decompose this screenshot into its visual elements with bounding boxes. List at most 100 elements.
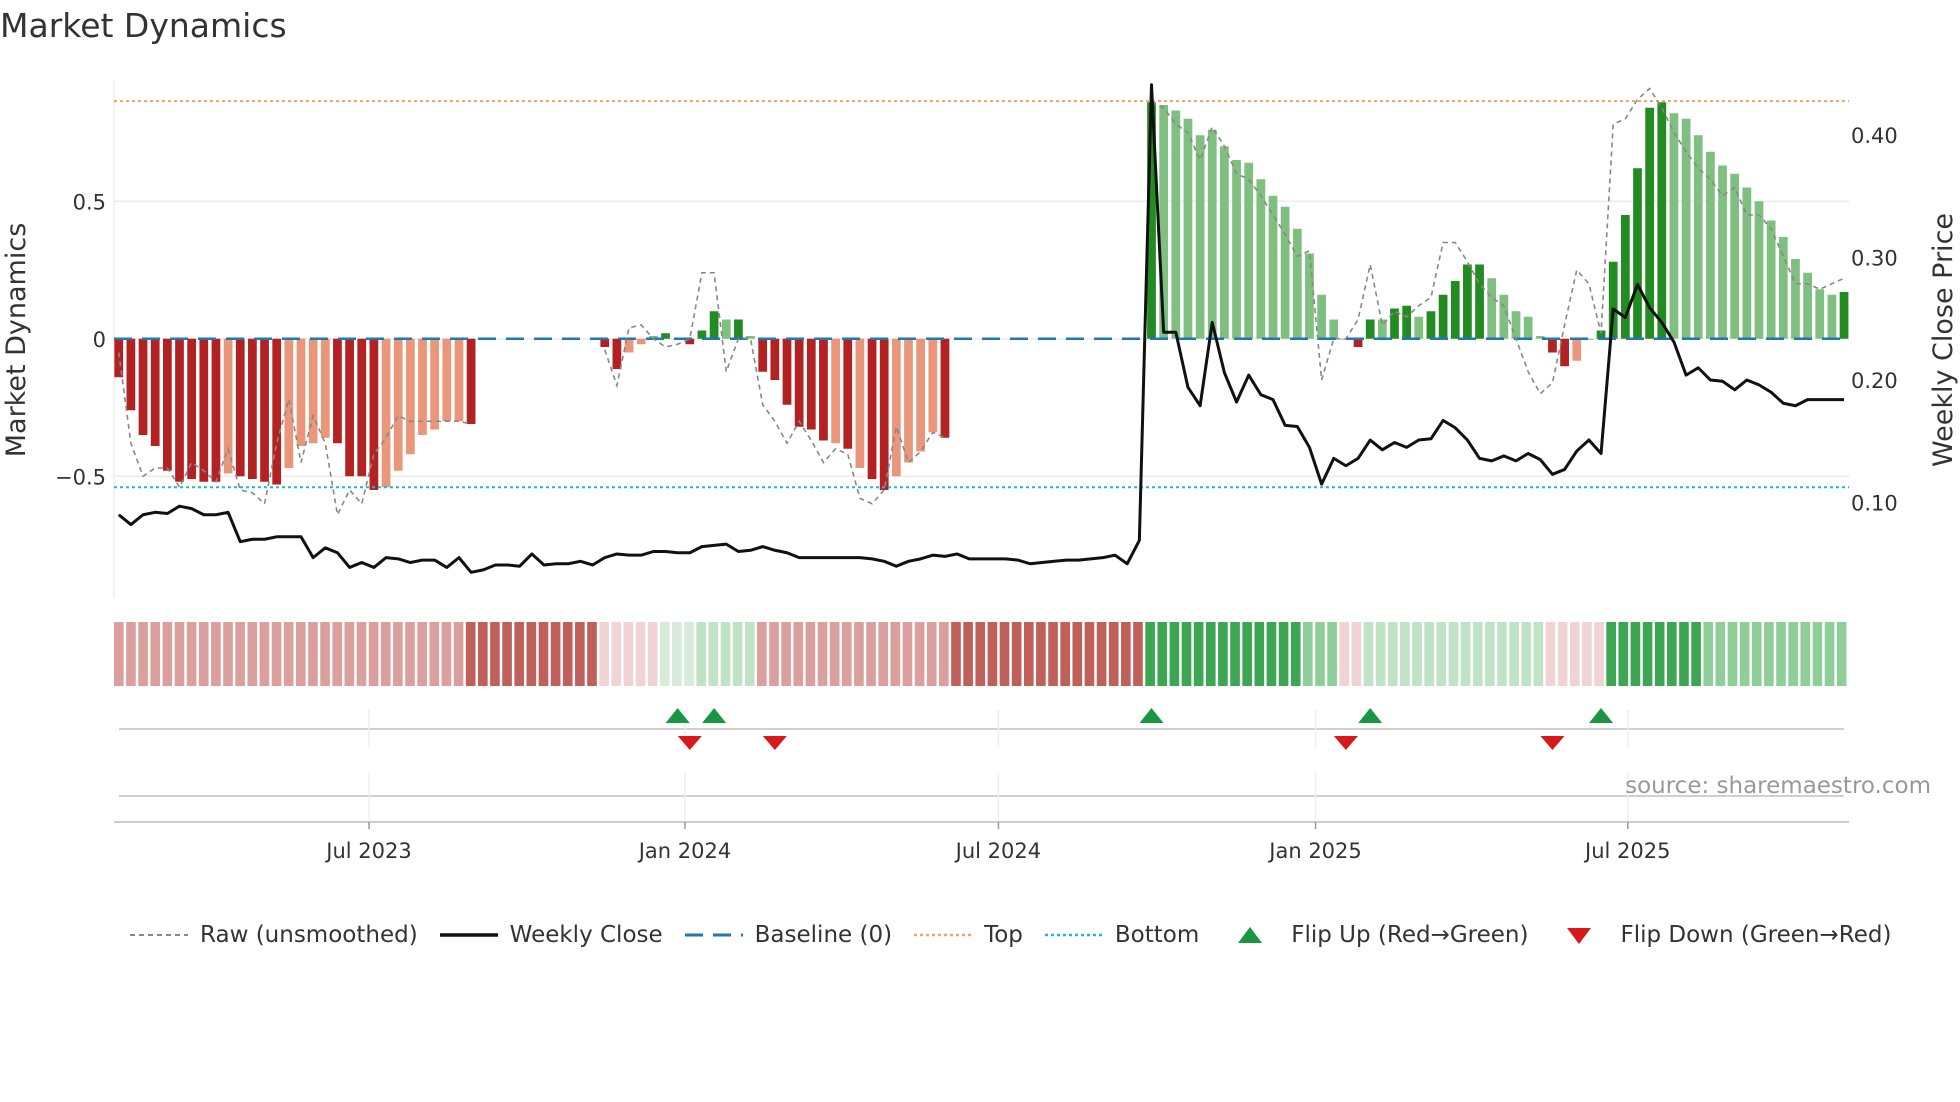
strip-cell xyxy=(1278,622,1289,686)
strip-cell xyxy=(550,622,561,686)
strip-cell xyxy=(1157,622,1168,686)
strip-cell xyxy=(1133,622,1143,686)
weekly-close-line xyxy=(117,83,1845,574)
strip-cell xyxy=(1096,622,1107,686)
strip-cell xyxy=(1654,622,1665,686)
histogram-bar xyxy=(734,319,743,339)
strip-cell xyxy=(138,622,148,686)
histogram-bar xyxy=(393,338,403,471)
strip-cell xyxy=(490,622,500,686)
histogram-bar xyxy=(223,338,233,474)
strip-cell xyxy=(514,622,525,686)
strip-cell xyxy=(1642,622,1653,686)
flip-down-marker xyxy=(762,736,787,750)
strip-cell xyxy=(890,622,901,686)
strip-cell xyxy=(1205,622,1216,686)
raw-line xyxy=(1151,87,1845,396)
strip-cell xyxy=(659,622,670,686)
strip-cell xyxy=(1351,622,1362,686)
histogram-bar xyxy=(1499,294,1509,339)
strip-cell xyxy=(223,622,233,686)
histogram-bar xyxy=(904,338,913,463)
legend-close: Weekly Close xyxy=(439,922,663,948)
strip-cell xyxy=(538,622,549,686)
histogram-bar xyxy=(272,338,282,485)
strip-cell xyxy=(708,622,719,686)
histogram-bar xyxy=(709,311,719,339)
strip-cell xyxy=(1242,622,1252,686)
x-tick-label: Jan 2024 xyxy=(637,839,732,863)
histogram-bar xyxy=(1244,162,1254,339)
flip-down-marker xyxy=(1540,736,1565,750)
flip-markers xyxy=(119,708,1844,822)
strip-cell xyxy=(1727,622,1738,686)
histogram-bar xyxy=(1305,253,1314,339)
strip-cell xyxy=(1703,622,1714,686)
strip-cell xyxy=(1521,622,1532,686)
strip-cell xyxy=(866,622,876,686)
histogram-bar xyxy=(612,338,622,369)
triangle-up-icon xyxy=(1238,927,1263,943)
strip-cell xyxy=(1193,622,1204,686)
strip-cell xyxy=(150,622,161,686)
strip-cell xyxy=(647,622,658,686)
flip-down-marker xyxy=(1333,736,1358,750)
strip-cell xyxy=(162,622,173,686)
strip-cell xyxy=(1060,622,1070,686)
strip-cell xyxy=(1424,622,1434,686)
strip-cell xyxy=(1836,622,1847,686)
strip-cell xyxy=(477,622,488,686)
histogram-bar xyxy=(1669,113,1679,339)
strip-cell xyxy=(1497,622,1507,686)
strip-cell xyxy=(1412,622,1422,686)
strip-cell xyxy=(295,622,306,686)
histogram-bar xyxy=(1778,237,1788,339)
strip-cell xyxy=(1121,622,1131,686)
strip-cell xyxy=(320,622,330,686)
histogram-bar xyxy=(1438,294,1448,339)
histogram-bar xyxy=(1268,195,1278,339)
histogram-bar xyxy=(162,338,172,471)
strip-cell xyxy=(611,622,622,686)
strip-cell xyxy=(526,622,537,686)
series-lines xyxy=(114,83,1849,574)
histogram-bar xyxy=(1317,294,1326,339)
histogram-bar xyxy=(1329,319,1339,339)
flip-up-marker xyxy=(665,708,690,723)
strip-cell xyxy=(1254,622,1265,686)
histogram-bar xyxy=(381,338,391,488)
flip-up-marker xyxy=(1589,708,1614,723)
strip-cell xyxy=(623,622,634,686)
histogram-bar xyxy=(855,338,865,468)
histogram-bar xyxy=(1280,206,1290,339)
histogram-bar xyxy=(916,338,926,452)
histogram-bar xyxy=(126,338,136,411)
dashed-blue-line-icon xyxy=(684,933,743,937)
strip-cell xyxy=(1108,622,1119,686)
histogram-bar xyxy=(721,319,731,339)
strip-cell xyxy=(1460,622,1471,686)
strip-cell xyxy=(1557,622,1568,686)
strip-cell xyxy=(1618,622,1629,686)
histogram-bar xyxy=(187,338,197,479)
strip-cell xyxy=(696,622,707,686)
histogram-bar xyxy=(211,338,221,482)
strip-cell xyxy=(356,622,367,686)
histogram-bar xyxy=(1730,173,1740,339)
strip-cell xyxy=(1290,622,1301,686)
strip-cell xyxy=(757,622,767,686)
strip-cell xyxy=(599,622,609,686)
histogram-bar xyxy=(1365,319,1375,339)
strip-cell xyxy=(174,622,185,686)
y-right-tick-label: 0.10 xyxy=(1851,492,1898,516)
strip-cell xyxy=(939,622,949,686)
strip-cell xyxy=(805,622,816,686)
histogram-bar xyxy=(843,338,853,449)
solid-black-line-icon xyxy=(439,933,498,937)
histogram-bar xyxy=(831,338,840,444)
strip-cell xyxy=(769,622,779,686)
strip-cell xyxy=(126,622,136,686)
histogram-bar xyxy=(782,338,792,405)
legend-label: Flip Up (Red→Green) xyxy=(1291,922,1529,948)
strip-cell xyxy=(963,622,973,686)
